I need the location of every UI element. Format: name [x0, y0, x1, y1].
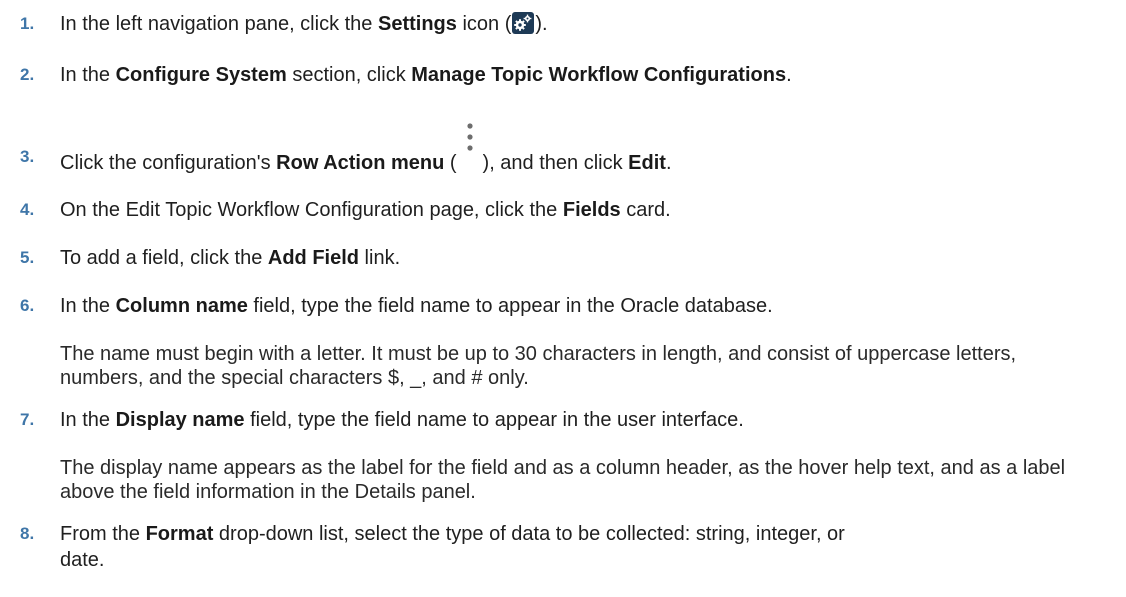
step-text: On the Edit Topic Workflow Configuration… — [60, 199, 671, 221]
step-note: The name must begin with a letter. It mu… — [60, 343, 1017, 389]
step-text: In the Configure System section, click M… — [60, 64, 792, 86]
step-text: In the Column name field, type the field… — [60, 295, 773, 317]
step-number: 4. — [20, 200, 35, 219]
row-action-menu-icon — [456, 113, 483, 169]
step-number: 5. — [20, 248, 35, 267]
step-number: 6. — [20, 296, 35, 315]
step-text-continued: date. — [60, 549, 105, 571]
settings-icon — [512, 12, 535, 34]
step-text: To add a field, click the Add Field link… — [60, 247, 401, 269]
step-text: In the left navigation pane, click the S… — [60, 12, 548, 35]
step-number: 3. — [20, 147, 35, 166]
step-number: 8. — [20, 524, 35, 543]
step-text: From the Format drop-down list, select t… — [60, 523, 845, 545]
step-text: In the Display name field, type the fiel… — [60, 409, 744, 431]
step-number: 7. — [20, 410, 35, 429]
procedure-steps: 1. In the left navigation pane, click th… — [0, 0, 1126, 597]
step-number: 1. — [20, 14, 35, 33]
step-text: Click the configuration's Row Action men… — [60, 113, 672, 175]
step-number: 2. — [20, 65, 35, 84]
step-note: The display name appears as the label fo… — [60, 457, 1066, 503]
